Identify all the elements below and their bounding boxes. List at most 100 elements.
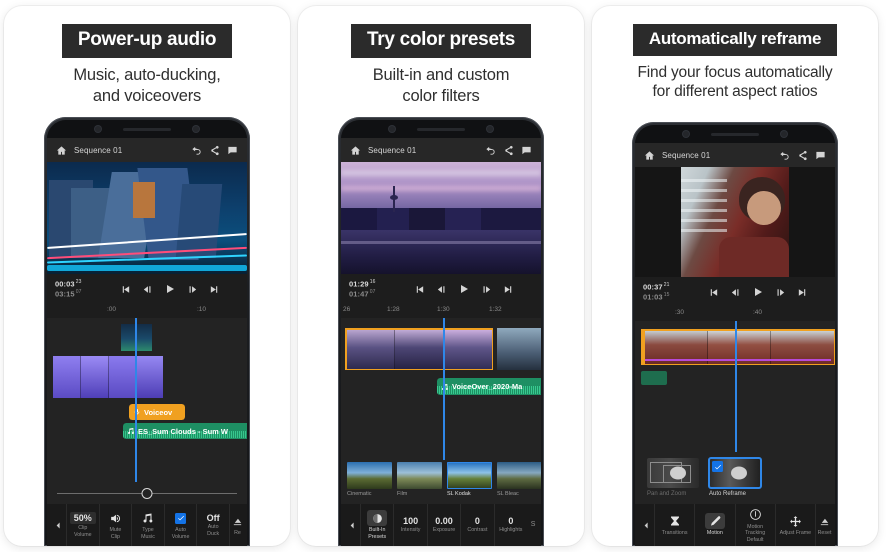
toolbar-item-clip-volume[interactable]: 50% Clip Volume — [66, 504, 99, 546]
preset-thumbnail — [347, 462, 392, 489]
timeline[interactable] — [635, 321, 835, 452]
speaker-grille-icon — [123, 127, 171, 131]
reframe-card-pan-and-zoom[interactable]: Pan and Zoom — [647, 458, 699, 504]
transitions-label: Transitions — [661, 530, 688, 537]
play-icon[interactable] — [458, 283, 470, 295]
reframe-card-auto-reframe[interactable]: Auto Reframe — [708, 457, 762, 504]
exposure-label: Exposure — [432, 527, 456, 534]
timeline-ruler[interactable]: :30 :40 — [635, 307, 835, 322]
toolbar-item-built-in-presets[interactable]: Built-In Presets — [360, 504, 393, 546]
comment-icon[interactable] — [815, 150, 826, 161]
camera-icon — [683, 131, 689, 138]
phone-notch — [341, 120, 541, 139]
skip-to-start-icon[interactable] — [120, 284, 131, 295]
type-music-label: Type Music — [141, 527, 155, 540]
video-preview[interactable] — [635, 167, 835, 278]
filter-presets-strip[interactable]: Cinematic Film SL Kodak SL Bleac — [341, 460, 541, 504]
skip-to-end-icon[interactable] — [209, 284, 220, 295]
video-preview[interactable] — [341, 162, 541, 275]
undo-icon[interactable] — [779, 150, 790, 161]
playhead[interactable] — [443, 318, 445, 460]
timeline-clip-video-a[interactable] — [53, 356, 163, 399]
timeline-clip-voiceover-audio[interactable]: VoiceOver_2020-Ma — [437, 378, 541, 396]
current-frames: 23 — [75, 279, 82, 286]
toolbar-item-adjust-frame[interactable]: Adjust Frame — [774, 504, 815, 546]
timeline-clip-video-b[interactable] — [121, 324, 152, 352]
adjust-frame-label: Adjust Frame — [779, 530, 812, 537]
preset-item-sl-kodak[interactable]: SL Kodak — [447, 462, 492, 504]
home-icon[interactable] — [350, 145, 361, 156]
playhead[interactable] — [735, 321, 737, 452]
comment-icon[interactable] — [521, 145, 532, 156]
toolbar-item-highlights[interactable]: 0 Highlights — [493, 504, 527, 546]
toolbar-item-restore[interactable]: Re — [228, 504, 245, 546]
toolbar-back-button[interactable] — [639, 521, 654, 530]
home-icon[interactable] — [56, 145, 67, 156]
skip-to-end-icon[interactable] — [797, 287, 808, 298]
comment-icon[interactable] — [227, 145, 238, 156]
share-icon[interactable] — [503, 145, 514, 156]
skip-to-start-icon[interactable] — [708, 287, 719, 298]
toolbar-item-shadows[interactable]: S — [527, 504, 539, 546]
exposure-value: 0.00 — [435, 516, 453, 527]
toolbar-back-button[interactable] — [345, 521, 360, 530]
timeline-clip-next-video[interactable] — [497, 328, 541, 371]
preset-item-sl-bleach[interactable]: SL Bleac — [497, 462, 541, 504]
timeline[interactable]: VoiceOver_2020-Ma — [341, 318, 541, 460]
undo-icon[interactable] — [191, 145, 202, 156]
auto-volume-checkbox[interactable] — [175, 512, 187, 524]
toolbar-item-reset[interactable]: Reset — [815, 504, 833, 546]
video-preview[interactable] — [47, 162, 247, 275]
toolbar-item-auto-volume[interactable]: Auto Volume — [163, 504, 197, 546]
restore-icon — [233, 518, 242, 525]
auto-reframe-thumbnail — [708, 457, 762, 489]
timeline-zoom-slider[interactable] — [47, 482, 247, 504]
timeline-clip-music[interactable]: ES_Sum Clouds - Sum W — [123, 423, 247, 440]
toolbar-item-motion-tracking[interactable]: Motion Tracking Default — [734, 504, 775, 546]
ruler-tick: :10 — [197, 306, 207, 314]
toolbar-item-mute-clip[interactable]: Mute Clip — [98, 504, 132, 546]
toolbar-item-transitions[interactable]: Transitions — [654, 504, 694, 546]
current-time: 01:29 — [349, 279, 369, 289]
step-forward-icon[interactable] — [775, 287, 786, 298]
toolbar-item-intensity[interactable]: 100 Intensity — [393, 504, 426, 546]
step-back-icon[interactable] — [730, 287, 741, 298]
toolbar-item-exposure[interactable]: 0.00 Exposure — [426, 504, 460, 546]
toolbar-back-button[interactable] — [51, 521, 66, 530]
share-icon[interactable] — [209, 145, 220, 156]
timeline-ruler[interactable]: 26 1:28 1:30 1:32 — [341, 304, 541, 319]
playhead[interactable] — [135, 318, 137, 482]
play-icon[interactable] — [164, 283, 176, 295]
toolbar-item-type-music[interactable]: Type Music — [131, 504, 164, 546]
timeline-clip-selected-video[interactable] — [345, 328, 493, 371]
toolbar-item-auto-duck[interactable]: Off Auto Duck — [196, 504, 229, 546]
preset-item-film[interactable]: Film — [397, 462, 442, 504]
undo-icon[interactable] — [485, 145, 496, 156]
check-icon — [714, 464, 721, 469]
timeline-clip-selected-video[interactable] — [641, 329, 835, 366]
play-icon[interactable] — [752, 286, 764, 298]
preset-item-cinematic[interactable]: Cinematic — [347, 462, 392, 504]
music-note-icon — [128, 428, 134, 435]
sequence-title: Sequence 01 — [662, 150, 711, 160]
auto-reframe-label: Auto Reframe — [709, 491, 747, 497]
toolbar-item-contrast[interactable]: 0 Contrast — [460, 504, 493, 546]
timecode: 00:0323 03:1507 — [55, 279, 101, 299]
auto-reframe-checkbox[interactable] — [712, 461, 723, 472]
step-back-icon[interactable] — [142, 284, 153, 295]
timeline-clip-audio-small[interactable] — [641, 371, 667, 386]
share-icon[interactable] — [797, 150, 808, 161]
timeline-clip-voiceover[interactable]: Voiceov — [129, 404, 185, 421]
step-back-icon[interactable] — [436, 284, 447, 295]
skip-to-end-icon[interactable] — [503, 284, 514, 295]
toolbar-item-motion[interactable]: Motion — [694, 504, 734, 546]
step-forward-icon[interactable] — [481, 284, 492, 295]
step-forward-icon[interactable] — [187, 284, 198, 295]
reframe-options[interactable]: Pan and Zoom Auto Reframe — [635, 452, 835, 504]
skip-to-start-icon[interactable] — [414, 284, 425, 295]
zoom-slider-knob[interactable] — [141, 487, 153, 499]
timeline[interactable]: Voiceov ES_Sum Clouds - Sum W — [47, 318, 247, 482]
timeline-ruler[interactable]: :00 :10 — [47, 304, 247, 319]
home-icon[interactable] — [644, 150, 655, 161]
phone-mockup: Sequence 01 00:0323 03:1507:00:10 Voic… — [44, 117, 250, 546]
